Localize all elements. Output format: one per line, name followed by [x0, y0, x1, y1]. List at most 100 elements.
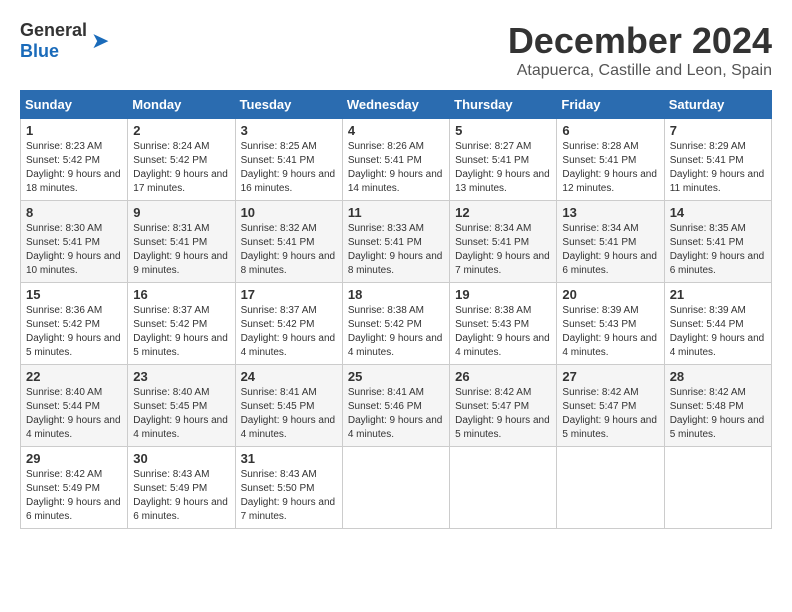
header: General Blue ➤ December 2024 Atapuerca, …	[20, 20, 772, 80]
calendar-cell: 28 Sunrise: 8:42 AMSunset: 5:48 PMDayligh…	[664, 365, 771, 447]
day-info: Sunrise: 8:28 AMSunset: 5:41 PMDaylight:…	[562, 140, 658, 196]
day-info: Sunrise: 8:23 AMSunset: 5:42 PMDaylight:…	[26, 140, 122, 196]
day-info: Sunrise: 8:31 AMSunset: 5:41 PMDaylight:…	[133, 222, 229, 278]
calendar-cell	[557, 447, 664, 529]
calendar-cell	[342, 447, 449, 529]
title-area: December 2024 Atapuerca, Castille and Le…	[508, 20, 772, 80]
calendar-cell: 2Sunrise: 8:24 AMSunset: 5:42 PMDaylight…	[128, 119, 235, 201]
calendar-cell: 6Sunrise: 8:28 AMSunset: 5:41 PMDaylight…	[557, 119, 664, 201]
logo-bird-icon: ➤	[91, 28, 109, 54]
calendar-cell	[450, 447, 557, 529]
day-number: 1	[26, 123, 122, 138]
calendar-cell: 22Sunrise: 8:40 AMSunset: 5:44 PMDayligh…	[21, 365, 128, 447]
day-info: Sunrise: 8:40 AMSunset: 5:45 PMDaylight:…	[133, 386, 229, 442]
calendar-cell: 5 Sunrise: 8:27 AMSunset: 5:41 PMDaylight…	[450, 119, 557, 201]
calendar-cell: 13Sunrise: 8:34 AMSunset: 5:41 PMDayligh…	[557, 201, 664, 283]
week-row-5: 29 Sunrise: 8:42 AMSunset: 5:49 PMDayligh…	[21, 447, 772, 529]
calendar-cell	[664, 447, 771, 529]
day-info: Sunrise: 8:32 AMSunset: 5:41 PMDaylight:…	[241, 222, 337, 278]
header-day-wednesday: Wednesday	[342, 91, 449, 119]
calendar-cell: 29 Sunrise: 8:42 AMSunset: 5:49 PMDayligh…	[21, 447, 128, 529]
day-number: 10	[241, 205, 337, 220]
day-number: 20	[562, 287, 658, 302]
calendar-cell: 12 Sunrise: 8:34 AMSunset: 5:41 PMDayligh…	[450, 201, 557, 283]
calendar-cell: 23 Sunrise: 8:40 AMSunset: 5:45 PMDayligh…	[128, 365, 235, 447]
day-info: Sunrise: 8:24 AMSunset: 5:42 PMDaylight:…	[133, 140, 229, 196]
location-title: Atapuerca, Castille and Leon, Spain	[508, 62, 772, 80]
calendar-cell: 24 Sunrise: 8:41 AMSunset: 5:45 PMDayligh…	[235, 365, 342, 447]
calendar-cell: 4 Sunrise: 8:26 AMSunset: 5:41 PMDaylight…	[342, 119, 449, 201]
calendar-cell: 20 Sunrise: 8:39 AMSunset: 5:43 PMDayligh…	[557, 283, 664, 365]
day-info: Sunrise: 8:37 AMSunset: 5:42 PMDaylight:…	[133, 304, 229, 360]
calendar-table: SundayMondayTuesdayWednesdayThursdayFrid…	[20, 90, 772, 529]
day-number: 8	[26, 205, 122, 220]
day-info: Sunrise: 8:34 AMSunset: 5:41 PMDaylight:…	[455, 222, 551, 278]
day-number: 14	[670, 205, 766, 220]
day-number: 9	[133, 205, 229, 220]
day-info: Sunrise: 8:27 AMSunset: 5:41 PMDaylight:…	[455, 140, 551, 196]
header-day-monday: Monday	[128, 91, 235, 119]
day-info: Sunrise: 8:41 AMSunset: 5:46 PMDaylight:…	[348, 386, 444, 442]
day-number: 24	[241, 369, 337, 384]
calendar-cell: 25 Sunrise: 8:41 AMSunset: 5:46 PMDayligh…	[342, 365, 449, 447]
logo-blue: Blue	[20, 41, 59, 61]
day-number: 30	[133, 451, 229, 466]
calendar-cell: 14 Sunrise: 8:35 AMSunset: 5:41 PMDayligh…	[664, 201, 771, 283]
day-number: 19	[455, 287, 551, 302]
day-info: Sunrise: 8:35 AMSunset: 5:41 PMDaylight:…	[670, 222, 766, 278]
calendar-cell: 10 Sunrise: 8:32 AMSunset: 5:41 PMDayligh…	[235, 201, 342, 283]
week-row-2: 8 Sunrise: 8:30 AMSunset: 5:41 PMDaylight…	[21, 201, 772, 283]
day-number: 23	[133, 369, 229, 384]
header-row: SundayMondayTuesdayWednesdayThursdayFrid…	[21, 91, 772, 119]
calendar-cell: 27Sunrise: 8:42 AMSunset: 5:47 PMDayligh…	[557, 365, 664, 447]
day-number: 26	[455, 369, 551, 384]
day-number: 5	[455, 123, 551, 138]
day-info: Sunrise: 8:38 AMSunset: 5:42 PMDaylight:…	[348, 304, 444, 360]
calendar-cell: 26 Sunrise: 8:42 AMSunset: 5:47 PMDayligh…	[450, 365, 557, 447]
day-info: Sunrise: 8:42 AMSunset: 5:47 PMDaylight:…	[455, 386, 551, 442]
day-number: 15	[26, 287, 122, 302]
day-info: Sunrise: 8:29 AMSunset: 5:41 PMDaylight:…	[670, 140, 766, 196]
day-info: Sunrise: 8:26 AMSunset: 5:41 PMDaylight:…	[348, 140, 444, 196]
logo: General Blue ➤	[20, 20, 109, 62]
calendar-cell: 30 Sunrise: 8:43 AMSunset: 5:49 PMDayligh…	[128, 447, 235, 529]
calendar-cell: 7Sunrise: 8:29 AMSunset: 5:41 PMDaylight…	[664, 119, 771, 201]
day-info: Sunrise: 8:43 AMSunset: 5:49 PMDaylight:…	[133, 468, 229, 524]
day-info: Sunrise: 8:42 AMSunset: 5:47 PMDaylight:…	[562, 386, 658, 442]
day-info: Sunrise: 8:39 AMSunset: 5:44 PMDaylight:…	[670, 304, 766, 360]
day-number: 12	[455, 205, 551, 220]
day-number: 28	[670, 369, 766, 384]
day-info: Sunrise: 8:42 AMSunset: 5:48 PMDaylight:…	[670, 386, 766, 442]
calendar-cell: 11 Sunrise: 8:33 AMSunset: 5:41 PMDayligh…	[342, 201, 449, 283]
day-info: Sunrise: 8:39 AMSunset: 5:43 PMDaylight:…	[562, 304, 658, 360]
calendar-cell: 8 Sunrise: 8:30 AMSunset: 5:41 PMDaylight…	[21, 201, 128, 283]
logo-general: General	[20, 20, 87, 40]
day-info: Sunrise: 8:30 AMSunset: 5:41 PMDaylight:…	[26, 222, 122, 278]
day-number: 17	[241, 287, 337, 302]
day-info: Sunrise: 8:25 AMSunset: 5:41 PMDaylight:…	[241, 140, 337, 196]
header-day-friday: Friday	[557, 91, 664, 119]
calendar-cell: 31Sunrise: 8:43 AMSunset: 5:50 PMDayligh…	[235, 447, 342, 529]
calendar-body: 1 Sunrise: 8:23 AMSunset: 5:42 PMDaylight…	[21, 119, 772, 529]
day-number: 11	[348, 205, 444, 220]
week-row-1: 1 Sunrise: 8:23 AMSunset: 5:42 PMDaylight…	[21, 119, 772, 201]
day-info: Sunrise: 8:41 AMSunset: 5:45 PMDaylight:…	[241, 386, 337, 442]
calendar-cell: 1 Sunrise: 8:23 AMSunset: 5:42 PMDaylight…	[21, 119, 128, 201]
day-number: 4	[348, 123, 444, 138]
day-info: Sunrise: 8:43 AMSunset: 5:50 PMDaylight:…	[241, 468, 337, 524]
day-info: Sunrise: 8:33 AMSunset: 5:41 PMDaylight:…	[348, 222, 444, 278]
day-info: Sunrise: 8:38 AMSunset: 5:43 PMDaylight:…	[455, 304, 551, 360]
day-number: 18	[348, 287, 444, 302]
day-info: Sunrise: 8:36 AMSunset: 5:42 PMDaylight:…	[26, 304, 122, 360]
day-info: Sunrise: 8:42 AMSunset: 5:49 PMDaylight:…	[26, 468, 122, 524]
day-number: 29	[26, 451, 122, 466]
calendar-cell: 18 Sunrise: 8:38 AMSunset: 5:42 PMDayligh…	[342, 283, 449, 365]
week-row-4: 22Sunrise: 8:40 AMSunset: 5:44 PMDayligh…	[21, 365, 772, 447]
calendar-header: SundayMondayTuesdayWednesdayThursdayFrid…	[21, 91, 772, 119]
day-number: 25	[348, 369, 444, 384]
day-info: Sunrise: 8:40 AMSunset: 5:44 PMDaylight:…	[26, 386, 122, 442]
calendar-cell: 21Sunrise: 8:39 AMSunset: 5:44 PMDayligh…	[664, 283, 771, 365]
day-number: 16	[133, 287, 229, 302]
day-number: 3	[241, 123, 337, 138]
header-day-thursday: Thursday	[450, 91, 557, 119]
